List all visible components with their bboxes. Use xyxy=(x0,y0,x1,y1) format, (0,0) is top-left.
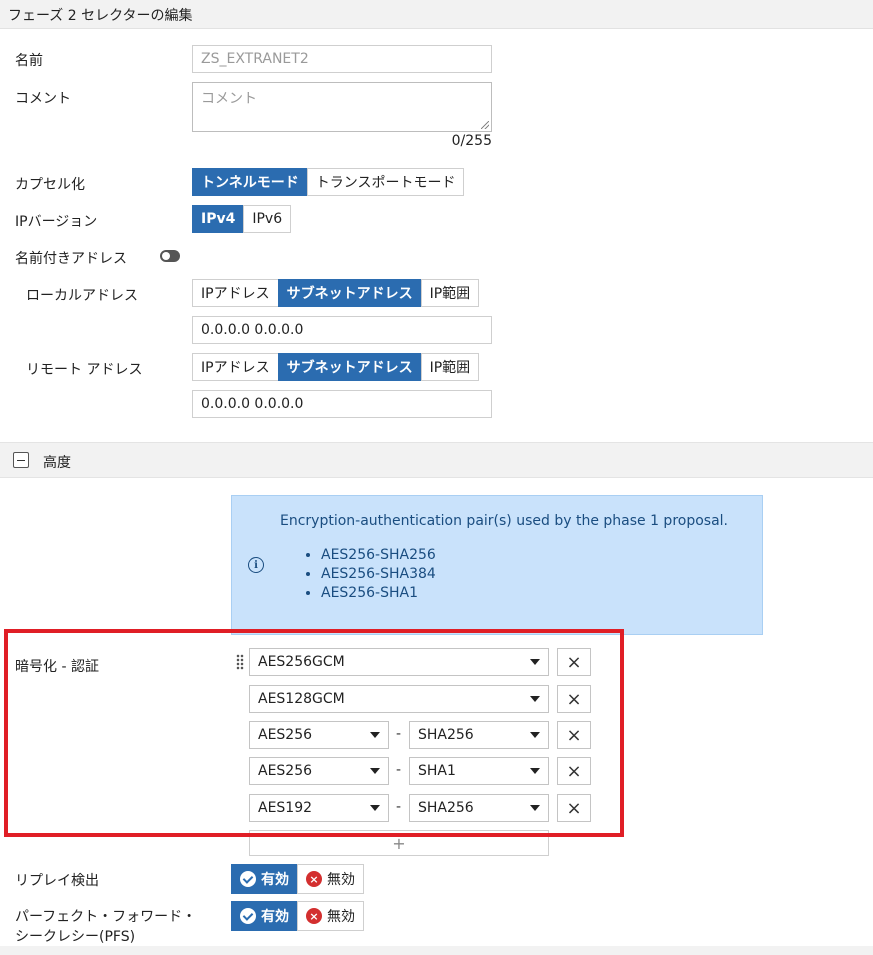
remove-row-button[interactable]: × xyxy=(557,721,591,749)
local-subnet-option[interactable]: サブネットアドレス xyxy=(277,279,422,307)
chevron-down-icon xyxy=(530,768,540,774)
encryption-value: AES256 xyxy=(258,727,313,743)
ip-version-label: IPバージョン xyxy=(15,214,98,230)
remote-ip-range-option[interactable]: IP範囲 xyxy=(420,353,480,381)
authentication-value: SHA256 xyxy=(418,727,474,743)
ip-version-ipv4-option[interactable]: IPv4 xyxy=(192,205,245,233)
remove-row-button[interactable]: × xyxy=(557,648,591,676)
authentication-select[interactable]: SHA256 xyxy=(409,794,549,822)
resize-grip-icon[interactable] xyxy=(481,121,489,129)
encryption-select[interactable]: AES256 xyxy=(249,757,389,785)
info-text: Encryption-authentication pair(s) used b… xyxy=(280,513,728,529)
remove-row-button[interactable]: × xyxy=(557,685,591,713)
replay-disable-label: 無効 xyxy=(327,872,355,888)
list-item: AES256-SHA256 xyxy=(321,546,436,565)
pfs-toggle-group: 有効 × 無効 xyxy=(231,901,364,931)
replay-label: リプレイ検出 xyxy=(15,873,99,889)
remove-row-button[interactable]: × xyxy=(557,757,591,785)
info-box: i Encryption-authentication pair(s) used… xyxy=(231,495,763,635)
local-address-field[interactable]: 0.0.0.0 0.0.0.0 xyxy=(192,316,492,344)
chevron-down-icon xyxy=(370,805,380,811)
remove-row-button[interactable]: × xyxy=(557,794,591,822)
chevron-down-icon xyxy=(530,732,540,738)
encryption-value: AES192 xyxy=(258,800,313,816)
remote-address-type-selector: IPアドレス サブネットアドレス IP範囲 xyxy=(192,353,480,381)
chevron-down-icon xyxy=(530,805,540,811)
remote-address-label: リモート アドレス xyxy=(26,362,143,378)
pfs-label: パーフェクト・フォワード・ シークレシー(PFS) xyxy=(15,907,196,947)
encryption-select[interactable]: AES256GCM xyxy=(249,648,549,676)
encryption-value: AES256 xyxy=(258,763,313,779)
name-label: 名前 xyxy=(15,53,43,69)
remote-subnet-option[interactable]: サブネットアドレス xyxy=(277,353,422,381)
comment-placeholder: コメント xyxy=(201,91,257,107)
encapsulation-selector: トンネルモード トランスポートモード xyxy=(192,168,465,196)
pfs-enable-label: 有効 xyxy=(261,909,289,925)
info-icon: i xyxy=(248,557,264,573)
check-circle-icon xyxy=(240,908,256,924)
replay-toggle-group: 有効 × 無効 xyxy=(231,864,364,894)
replay-enable-button[interactable]: 有効 xyxy=(231,864,298,894)
chevron-down-icon xyxy=(530,659,540,665)
encapsulation-label: カプセル化 xyxy=(15,177,85,193)
comment-label: コメント xyxy=(15,91,71,107)
chevron-down-icon xyxy=(370,732,380,738)
ip-version-selector: IPv4 IPv6 xyxy=(192,205,292,233)
authentication-value: SHA256 xyxy=(418,800,474,816)
encryption-value: AES256GCM xyxy=(258,654,345,670)
advanced-section-header[interactable]: 高度 xyxy=(0,442,873,478)
enc-auth-label: 暗号化 - 認証 xyxy=(15,659,99,675)
drag-handle-icon[interactable] xyxy=(236,654,244,670)
pfs-label-line1: パーフェクト・フォワード・ xyxy=(15,909,197,925)
pair-separator: - xyxy=(396,726,402,742)
comment-field[interactable]: コメント xyxy=(192,82,492,132)
named-address-toggle[interactable] xyxy=(160,250,180,262)
close-circle-icon: × xyxy=(306,908,322,924)
list-item: AES256-SHA1 xyxy=(321,584,436,603)
replay-enable-label: 有効 xyxy=(261,872,289,888)
local-ip-range-option[interactable]: IP範囲 xyxy=(420,279,480,307)
dialog-title: フェーズ 2 セレクターの編集 xyxy=(0,0,873,29)
pfs-disable-button[interactable]: × 無効 xyxy=(297,901,364,931)
remote-ip-address-option[interactable]: IPアドレス xyxy=(192,353,279,381)
remote-address-field[interactable]: 0.0.0.0 0.0.0.0 xyxy=(192,390,492,418)
bottom-divider xyxy=(0,946,873,955)
name-field[interactable]: ZS_EXTRANET2 xyxy=(192,45,492,73)
pfs-disable-label: 無効 xyxy=(327,909,355,925)
pfs-enable-button[interactable]: 有効 xyxy=(231,901,298,931)
encryption-select[interactable]: AES192 xyxy=(249,794,389,822)
pfs-label-line2: シークレシー(PFS) xyxy=(15,929,136,945)
pair-separator: - xyxy=(396,762,402,778)
authentication-select[interactable]: SHA256 xyxy=(409,721,549,749)
local-ip-address-option[interactable]: IPアドレス xyxy=(192,279,279,307)
encryption-select[interactable]: AES128GCM xyxy=(249,685,549,713)
local-address-type-selector: IPアドレス サブネットアドレス IP範囲 xyxy=(192,279,480,307)
encapsulation-tunnel-option[interactable]: トンネルモード xyxy=(192,168,308,196)
local-address-label: ローカルアドレス xyxy=(26,288,138,304)
named-address-label: 名前付きアドレス xyxy=(15,251,127,267)
authentication-select[interactable]: SHA1 xyxy=(409,757,549,785)
comment-counter: 0/255 xyxy=(451,133,492,149)
chevron-down-icon xyxy=(530,696,540,702)
list-item: AES256-SHA384 xyxy=(321,565,436,584)
close-circle-icon: × xyxy=(306,871,322,887)
add-row-button[interactable]: + xyxy=(249,830,549,856)
replay-disable-button[interactable]: × 無効 xyxy=(297,864,364,894)
collapse-icon[interactable] xyxy=(13,452,29,468)
advanced-label: 高度 xyxy=(43,455,71,471)
authentication-value: SHA1 xyxy=(418,763,456,779)
ip-version-ipv6-option[interactable]: IPv6 xyxy=(243,205,292,233)
encapsulation-transport-option[interactable]: トランスポートモード xyxy=(306,168,465,196)
check-circle-icon xyxy=(240,871,256,887)
chevron-down-icon xyxy=(370,768,380,774)
encryption-value: AES128GCM xyxy=(258,691,345,707)
proposal-list: AES256-SHA256 AES256-SHA384 AES256-SHA1 xyxy=(303,546,436,603)
encryption-select[interactable]: AES256 xyxy=(249,721,389,749)
pair-separator: - xyxy=(396,799,402,815)
